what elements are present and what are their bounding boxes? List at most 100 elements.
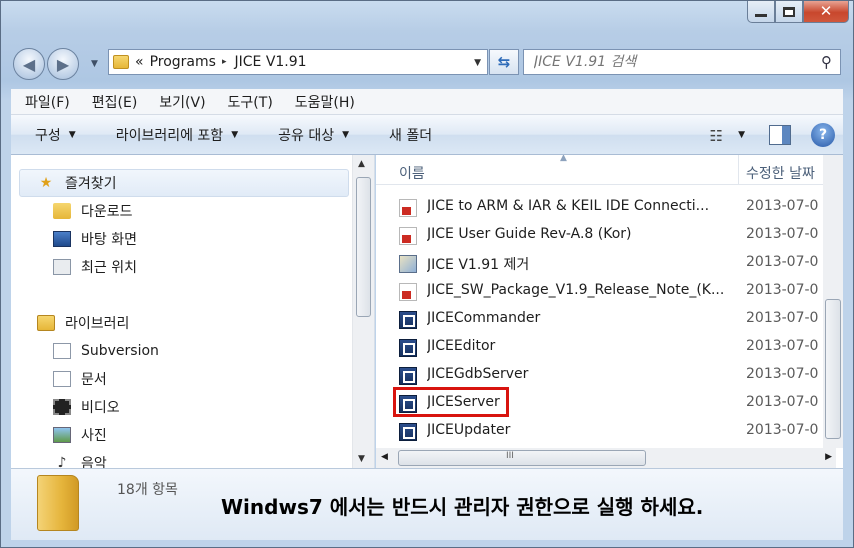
filelist-vscrollbar[interactable] [823, 155, 843, 448]
pictures-icon [53, 427, 71, 443]
chevron-down-icon: ▼ [231, 129, 239, 140]
minimize-icon [755, 14, 767, 17]
details-pane: 18개 항목 Windws7 에서는 반드시 관리자 권한으로 실행 하세요. [11, 468, 843, 540]
breadcrumb-programs[interactable]: Programs [150, 54, 216, 70]
preview-pane-button[interactable] [769, 125, 791, 145]
nav-pictures-label: 사진 [81, 428, 107, 444]
filelist-hscroll-thumb[interactable] [398, 450, 646, 466]
file-date: 2013-07-0 [746, 394, 819, 410]
filelist-vscroll-thumb[interactable] [825, 299, 841, 439]
scroll-up-icon[interactable]: ▲ [358, 159, 365, 169]
scroll-down-icon[interactable]: ▼ [358, 454, 365, 464]
nav-favorites[interactable]: ★ 즐겨찾기 [37, 170, 117, 196]
file-date: 2013-07-0 [746, 282, 819, 298]
organize-button[interactable]: 구성 ▼ [35, 125, 76, 145]
downloads-folder-icon [53, 203, 71, 219]
menu-help[interactable]: 도움말(H) [295, 92, 355, 112]
file-name: JICE User Guide Rev-A.8 (Kor) [427, 226, 632, 242]
filelist-hscrollbar[interactable]: ◀ III ▶ [376, 448, 836, 468]
file-name: JICEGdbServer [427, 366, 529, 382]
application-icon [399, 311, 417, 329]
nav-music-label: 음악 [81, 456, 107, 468]
minimize-button[interactable] [747, 1, 775, 23]
nav-documents-label: 문서 [81, 372, 107, 388]
nav-downloads[interactable]: 다운로드 [53, 198, 133, 224]
nav-downloads-label: 다운로드 [81, 204, 133, 220]
new-folder-button[interactable]: 새 폴더 [389, 125, 432, 145]
nav-desktop[interactable]: 바탕 화면 [53, 226, 137, 252]
share-with-button[interactable]: 공유 대상 ▼ [278, 125, 349, 145]
menu-tools[interactable]: 도구(T) [228, 92, 273, 112]
view-options-icon[interactable]: ☷ [710, 127, 723, 145]
caption-buttons: ✕ [747, 1, 849, 25]
view-dropdown-icon[interactable]: ▼ [738, 130, 745, 140]
file-row[interactable]: JICEEditor 2013-07-0 [376, 333, 836, 361]
navpane-scrollbar[interactable]: ▲ ▼ [352, 155, 374, 468]
maximize-button[interactable] [775, 1, 803, 23]
menu-file[interactable]: 파일(F) [25, 92, 70, 112]
menu-view[interactable]: 보기(V) [159, 92, 205, 112]
application-icon [399, 423, 417, 441]
column-modified[interactable]: 수정한 날짜 [746, 163, 815, 183]
file-row[interactable]: JICEUpdater 2013-07-0 [376, 417, 836, 445]
file-row[interactable]: JICE_SW_Package_V1.9_Release_Note_(K... 2… [376, 277, 836, 305]
back-button[interactable]: ◀ [13, 48, 45, 80]
menu-edit[interactable]: 편집(E) [92, 92, 138, 112]
recent-pages-dropdown[interactable]: ▼ [91, 59, 98, 69]
file-row[interactable]: JICECommander 2013-07-0 [376, 305, 836, 333]
breadcrumb-overflow[interactable]: « [135, 54, 144, 70]
file-row[interactable]: JICEGdbServer 2013-07-0 [376, 361, 836, 389]
nav-desktop-label: 바탕 화면 [81, 232, 137, 248]
search-box[interactable]: ⚲ [523, 49, 841, 75]
scroll-left-icon[interactable]: ◀ [381, 452, 388, 462]
application-icon [399, 367, 417, 385]
file-row[interactable]: JICE to ARM & IAR & KEIL IDE Connecti...… [376, 193, 836, 221]
nav-subversion[interactable]: Subversion [53, 338, 159, 364]
column-header: ▲ 이름 수정한 날짜 [376, 155, 843, 185]
command-bar: 구성 ▼ 라이브러리에 포함 ▼ 공유 대상 ▼ 새 폴더 ☷ ▼ ? [11, 115, 843, 155]
include-in-library-button[interactable]: 라이브러리에 포함 ▼ [116, 125, 238, 145]
document-icon [53, 343, 71, 359]
organize-label: 구성 [35, 127, 61, 144]
file-row[interactable]: JICE User Guide Rev-A.8 (Kor) 2013-07-0 [376, 221, 836, 249]
file-name: JICEEditor [427, 338, 496, 354]
include-in-library-label: 라이브러리에 포함 [115, 127, 224, 144]
navigation-pane: ★ 즐겨찾기 다운로드 바탕 화면 최근 위치 라이브러리 Subversion… [11, 155, 375, 468]
forward-button[interactable]: ▶ [47, 48, 79, 80]
folder-icon [37, 475, 79, 531]
forward-arrow-icon: ▶ [56, 54, 70, 74]
navpane-scroll-thumb[interactable] [356, 177, 371, 317]
nav-pictures[interactable]: 사진 [53, 422, 107, 448]
breadcrumb-separator-icon[interactable]: ▸ [222, 57, 227, 67]
file-name: JICE V1.91 제거 [427, 257, 530, 273]
file-name: JICEUpdater [427, 422, 511, 438]
refresh-button[interactable]: ⇆ [489, 49, 519, 75]
column-divider[interactable] [738, 155, 739, 185]
chevron-down-icon: ▼ [68, 129, 76, 140]
help-icon: ? [818, 127, 828, 143]
breadcrumb-jice[interactable]: JICE V1.91 [234, 54, 306, 70]
scroll-right-icon[interactable]: ▶ [825, 452, 832, 462]
nav-music[interactable]: ♪ 음악 [53, 450, 107, 468]
search-icon[interactable]: ⚲ [821, 53, 832, 71]
address-dropdown-icon[interactable]: ▼ [474, 58, 481, 68]
new-folder-label: 새 폴더 [389, 127, 433, 144]
nav-recent-places-label: 최근 위치 [81, 260, 137, 276]
item-count: 18개 항목 [117, 482, 178, 498]
file-date: 2013-07-0 [746, 226, 819, 242]
nav-libraries[interactable]: 라이브러리 [37, 310, 129, 336]
file-date: 2013-07-0 [746, 366, 819, 382]
menu-bar: 파일(F) 편집(E) 보기(V) 도구(T) 도움말(H) [11, 89, 843, 115]
help-button[interactable]: ? [811, 123, 835, 147]
nav-videos[interactable]: 비디오 [53, 394, 120, 420]
nav-recent-places[interactable]: 최근 위치 [53, 254, 137, 280]
file-row[interactable]: JICE V1.91 제거 2013-07-0 [376, 249, 836, 277]
desktop-icon [53, 231, 71, 247]
address-bar[interactable]: « Programs ▸ JICE V1.91 ▼ [108, 49, 488, 75]
scroll-grip-icon: III [506, 451, 514, 461]
column-name[interactable]: 이름 [399, 163, 425, 183]
recent-places-icon [53, 259, 71, 275]
nav-documents[interactable]: 문서 [53, 366, 107, 392]
close-button[interactable]: ✕ [803, 1, 849, 23]
search-input[interactable] [532, 53, 802, 71]
